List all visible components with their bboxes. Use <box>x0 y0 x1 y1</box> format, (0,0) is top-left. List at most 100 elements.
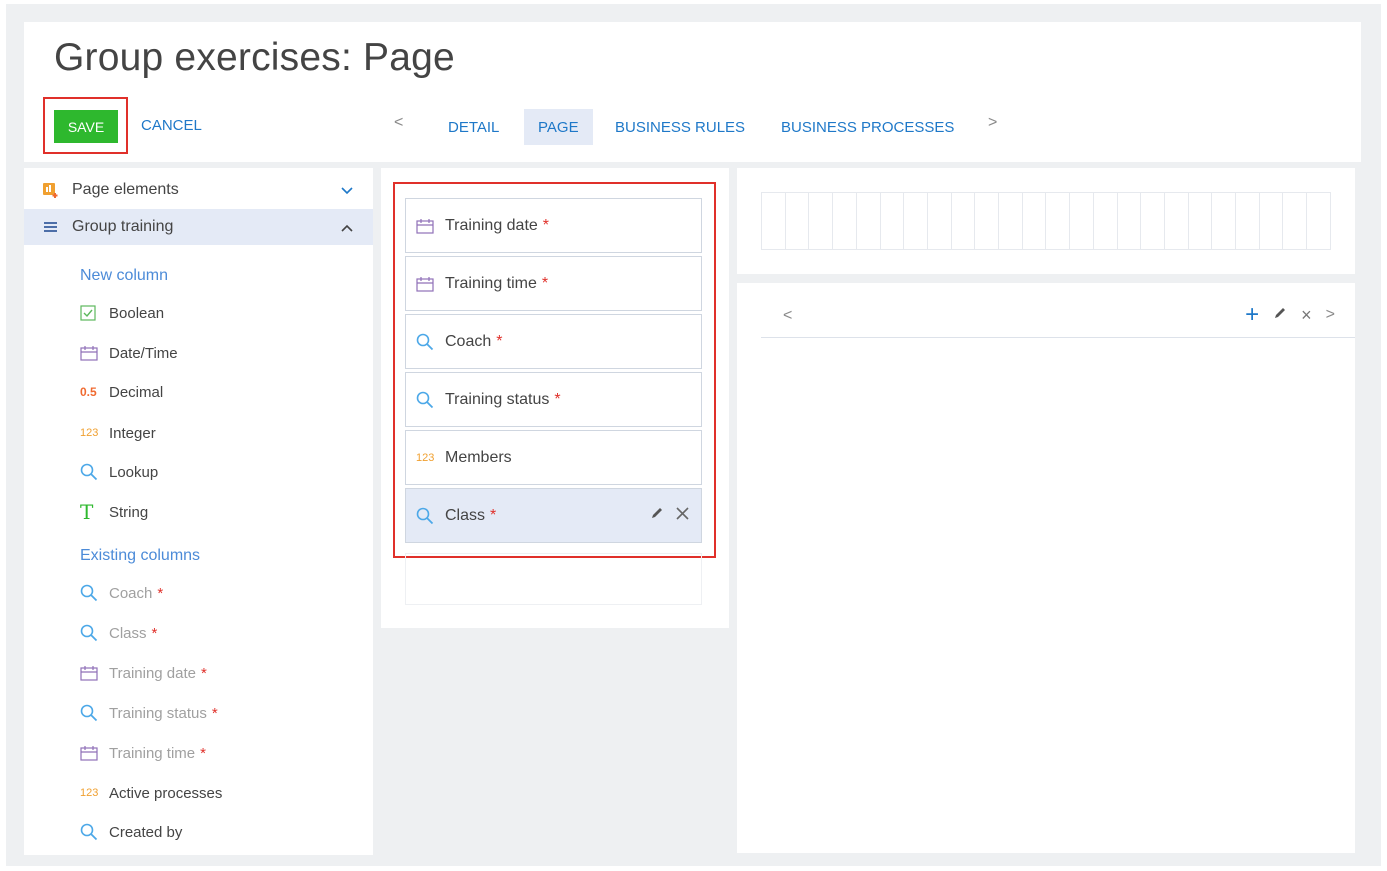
detail-toolbar: + × > <box>1245 303 1335 327</box>
new-column-integer[interactable]: 123 Integer <box>80 422 156 444</box>
new-column-lookup[interactable]: Lookup <box>80 461 158 483</box>
field-training-status[interactable]: Training status * <box>405 372 702 427</box>
field-label: Members <box>445 448 512 466</box>
existing-column-label: Active processes <box>109 784 223 802</box>
page-elements-panel: Page elements Group training New column … <box>24 168 373 855</box>
new-column-label: Date/Time <box>109 344 178 362</box>
calendar-icon <box>80 665 102 681</box>
detail-tabs-divider <box>761 337 1355 338</box>
list-icon <box>44 222 57 232</box>
pencil-icon[interactable] <box>1273 306 1287 325</box>
calendar-icon <box>416 218 438 234</box>
decimal-icon: 0.5 <box>80 385 97 399</box>
existing-column-class[interactable]: Class * <box>80 622 157 644</box>
chevron-up-icon[interactable] <box>341 219 353 235</box>
layout-grid[interactable] <box>761 192 1331 250</box>
search-icon <box>416 507 438 525</box>
search-icon <box>80 704 102 722</box>
tab-business-processes[interactable]: BUSINESS PROCESSES <box>781 109 954 145</box>
search-icon <box>416 391 438 409</box>
field-training-date[interactable]: Training date * <box>405 198 702 253</box>
field-coach[interactable]: Coach * <box>405 314 702 369</box>
calendar-icon <box>80 345 102 361</box>
save-button[interactable]: SAVE <box>54 110 118 143</box>
checkbox-icon <box>80 305 102 321</box>
tab-page[interactable]: PAGE <box>524 109 593 145</box>
search-icon <box>80 584 102 602</box>
search-icon <box>80 624 102 642</box>
required-mark: * <box>542 216 550 234</box>
existing-column-coach[interactable]: Coach * <box>80 582 163 604</box>
page-elements-label: Page elements <box>72 181 179 198</box>
close-icon[interactable] <box>676 506 689 525</box>
pencil-icon[interactable] <box>650 506 664 525</box>
new-column-boolean[interactable]: Boolean <box>80 302 164 324</box>
integer-icon: 123 <box>416 451 435 464</box>
calendar-icon <box>80 745 102 761</box>
tab-detail[interactable]: DETAIL <box>448 109 499 145</box>
field-label: Training date <box>445 216 538 234</box>
existing-column-active-processes[interactable]: 123 Active processes <box>80 782 222 804</box>
group-training-header[interactable]: Group training <box>24 209 373 245</box>
required-mark: * <box>554 390 561 408</box>
existing-column-training-time[interactable]: Training time * <box>80 742 206 764</box>
field-class[interactable]: Class * <box>405 488 702 543</box>
page-title: Group exercises: Page <box>54 36 455 79</box>
existing-column-training-status[interactable]: Training status * <box>80 702 218 724</box>
new-column-label: Lookup <box>109 463 159 481</box>
field-label: Training time <box>445 274 537 292</box>
layout-grid-panel <box>737 168 1355 274</box>
new-column-string[interactable]: T String <box>80 501 148 523</box>
field-label: Class <box>445 506 486 524</box>
required-mark: * <box>541 274 549 292</box>
group-training-label: Group training <box>72 218 174 235</box>
detail-next-arrow[interactable]: > <box>1326 306 1335 324</box>
required-mark: * <box>496 332 503 350</box>
tab-business-rules[interactable]: BUSINESS RULES <box>615 109 745 145</box>
existing-column-created-by[interactable]: Created by <box>80 821 182 843</box>
existing-column-training-date[interactable]: Training date * <box>80 662 207 684</box>
required-mark: * <box>490 506 497 524</box>
new-column-label: Decimal <box>109 383 164 401</box>
existing-column-label: Created by <box>109 823 183 841</box>
required-mark: * <box>211 704 218 722</box>
chevron-down-icon[interactable] <box>341 182 353 198</box>
integer-icon: 123 <box>80 427 99 439</box>
detail-prev-arrow[interactable]: < <box>783 307 792 325</box>
existing-columns-heading: Existing columns <box>80 547 201 564</box>
new-column-label: Boolean <box>109 304 165 322</box>
cancel-button[interactable]: CANCEL <box>141 117 202 134</box>
field-training-time[interactable]: Training time * <box>405 256 702 311</box>
new-column-label: String <box>109 503 149 521</box>
add-icon[interactable]: + <box>1245 303 1259 327</box>
required-mark: * <box>151 624 158 642</box>
required-mark: * <box>200 744 206 762</box>
new-column-heading: New column <box>80 267 169 284</box>
calendar-icon <box>416 276 438 292</box>
tabs-next-arrow[interactable]: > <box>988 114 997 132</box>
search-icon <box>416 333 438 351</box>
existing-column-label: Class <box>109 624 147 642</box>
page-elements-icon <box>43 183 58 198</box>
existing-column-label: Training date <box>109 664 196 682</box>
detail-tabs-panel: < + × > <box>737 283 1355 853</box>
required-mark: * <box>201 664 207 682</box>
save-highlight-outline: SAVE <box>43 97 128 154</box>
new-column-label: Integer <box>109 424 156 442</box>
header-panel: Group exercises: Page SAVE CANCEL < DETA… <box>24 22 1361 162</box>
new-column-decimal[interactable]: 0.5 Decimal <box>80 381 163 403</box>
existing-column-label: Training time <box>109 744 196 762</box>
field-members[interactable]: 123 Members <box>405 430 702 485</box>
search-icon <box>80 463 102 481</box>
close-icon[interactable]: × <box>1301 305 1312 326</box>
fields-panel: Training date * Training time * Coach * Tra… <box>381 168 729 628</box>
search-icon <box>80 823 102 841</box>
required-mark: * <box>157 584 164 602</box>
new-column-datetime[interactable]: Date/Time <box>80 342 178 364</box>
text-icon: T <box>80 500 94 524</box>
tabs-prev-arrow[interactable]: < <box>394 114 403 132</box>
field-label: Coach <box>445 332 492 350</box>
empty-drop-slot[interactable] <box>405 553 702 605</box>
existing-column-label: Training status <box>109 704 207 722</box>
page-elements-header[interactable]: Page elements <box>24 172 373 208</box>
